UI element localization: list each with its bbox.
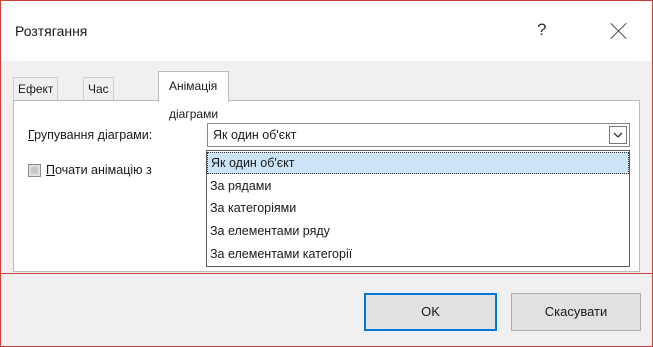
option-as-one-object[interactable]: Як один об'єкт bbox=[207, 152, 629, 174]
option-by-category[interactable]: За категоріями bbox=[207, 197, 629, 219]
tab-effect[interactable]: Ефект bbox=[13, 77, 59, 100]
option-by-series[interactable]: За рядами bbox=[207, 175, 629, 197]
start-animation-label[interactable]: Почати анімацію з bbox=[46, 163, 152, 177]
group-chart-label-text: рупування діаграми: bbox=[34, 128, 153, 142]
help-button[interactable]: ? bbox=[537, 20, 546, 40]
footer-divider bbox=[1, 273, 652, 274]
dropdown-button[interactable] bbox=[609, 126, 627, 144]
tab-chart-animation[interactable]: Анімація діаграми bbox=[158, 71, 230, 121]
option-by-category-element[interactable]: За елементами категорії bbox=[207, 243, 629, 265]
option-by-series-element[interactable]: За елементами ряду bbox=[207, 220, 629, 242]
chevron-down-icon bbox=[613, 132, 623, 138]
cancel-button[interactable]: Скасувати bbox=[511, 293, 641, 331]
group-chart-dropdown-list: Як один об'єкт За рядами За категоріями … bbox=[206, 150, 630, 267]
title-bar: Розтягання ? bbox=[1, 1, 652, 61]
start-animation-label-text: очати анімацію з bbox=[54, 163, 152, 177]
group-chart-value: Як один об'єкт bbox=[213, 128, 297, 142]
animation-dialog: Розтягання ? Ефект Час Анімація діаграми… bbox=[0, 0, 653, 347]
close-icon[interactable] bbox=[605, 17, 633, 45]
start-animation-checkbox[interactable] bbox=[28, 164, 41, 177]
ok-button[interactable]: OK bbox=[364, 293, 497, 331]
start-animation-accesskey: П bbox=[46, 163, 55, 177]
tab-timing[interactable]: Час bbox=[83, 77, 114, 100]
group-chart-label: Групування діаграми: bbox=[28, 128, 152, 142]
dialog-title: Розтягання bbox=[15, 23, 88, 39]
group-chart-combobox[interactable]: Як один об'єкт bbox=[207, 123, 630, 147]
